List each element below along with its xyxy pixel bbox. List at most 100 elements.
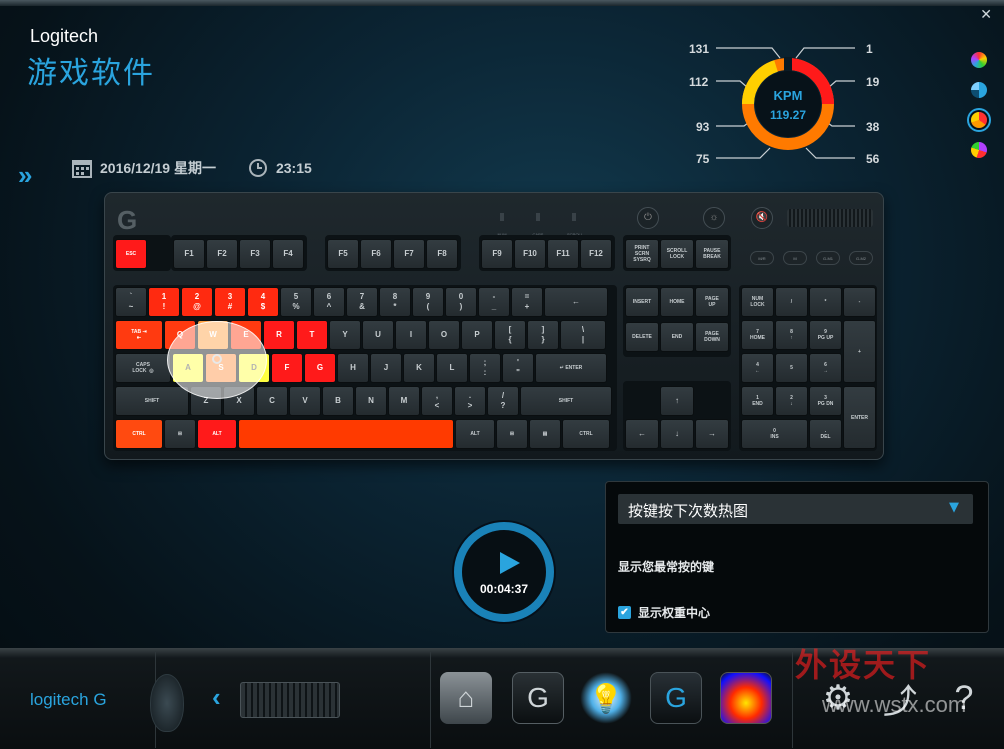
key[interactable]: K	[403, 353, 435, 383]
key[interactable]: J	[370, 353, 402, 383]
key[interactable]: ⊞	[496, 419, 528, 449]
key[interactable]: ; :	[469, 353, 501, 383]
key[interactable]: SCROLL LOCK	[660, 239, 694, 269]
key[interactable]: S	[205, 353, 237, 383]
key[interactable]: +	[843, 320, 876, 383]
key[interactable]: N	[355, 386, 387, 416]
heatmap-type-dropdown[interactable]: 按键按下次数热图 ▼	[618, 494, 973, 524]
key[interactable]: 2 ↓	[775, 386, 808, 416]
key[interactable]: F4	[272, 239, 304, 269]
key[interactable]: . >	[454, 386, 486, 416]
key[interactable]: SHIFT	[520, 386, 612, 416]
key[interactable]: H	[337, 353, 369, 383]
key[interactable]: 3 PG DN	[809, 386, 842, 416]
key[interactable]: , <	[421, 386, 453, 416]
color-mode-option[interactable]	[971, 82, 987, 98]
brightness-icon[interactable]: ☼	[703, 207, 725, 229]
key[interactable]: SHIFT	[115, 386, 189, 416]
key[interactable]: R	[263, 320, 295, 350]
key[interactable]: *	[809, 287, 842, 317]
key[interactable]: 5	[775, 353, 808, 383]
key[interactable]: F9	[481, 239, 513, 269]
key[interactable]: 9 (	[412, 287, 444, 317]
key[interactable]: ESC	[115, 239, 147, 269]
key[interactable]: O	[428, 320, 460, 350]
key[interactable]: ] }	[527, 320, 559, 350]
key[interactable]: TAB ⇥ ⇤	[115, 320, 163, 350]
key[interactable]: /	[775, 287, 808, 317]
key[interactable]: I	[395, 320, 427, 350]
key[interactable]: F5	[327, 239, 359, 269]
key[interactable]: ←	[625, 419, 659, 449]
key[interactable]: 8 *	[379, 287, 411, 317]
key[interactable]: 6 ^	[313, 287, 345, 317]
lighting-bulb-icon[interactable]: 💡	[580, 672, 632, 724]
mouse-device-icon[interactable]	[150, 674, 184, 732]
key[interactable]: DELETE	[625, 322, 659, 352]
key[interactable]: 9 PG UP	[809, 320, 842, 350]
key[interactable]: -	[843, 287, 876, 317]
key[interactable]: 0 INS	[741, 419, 808, 449]
key[interactable]: 7 &	[346, 287, 378, 317]
key[interactable]: [ {	[494, 320, 526, 350]
key[interactable]: ' "	[502, 353, 534, 383]
key[interactable]: PAGE UP	[695, 287, 729, 317]
key[interactable]: A	[172, 353, 204, 383]
key[interactable]: Q	[164, 320, 196, 350]
key[interactable]: HOME	[660, 287, 694, 317]
key[interactable]: W	[197, 320, 229, 350]
key[interactable]: Z	[190, 386, 222, 416]
key[interactable]: 7 HOME	[741, 320, 774, 350]
macro-key[interactable]: M/R	[750, 251, 774, 265]
key[interactable]: 0 )	[445, 287, 477, 317]
key[interactable]: L	[436, 353, 468, 383]
key[interactable]: ALT	[455, 419, 495, 449]
key[interactable]: ↑	[660, 386, 694, 416]
key[interactable]: F3	[239, 239, 271, 269]
g-key-icon[interactable]: G	[512, 672, 564, 724]
key[interactable]: B	[322, 386, 354, 416]
key[interactable]: 8 ↑	[775, 320, 808, 350]
key[interactable]: 5 %	[280, 287, 312, 317]
key[interactable]: CTRL	[115, 419, 163, 449]
key[interactable]: T	[296, 320, 328, 350]
key[interactable]: F7	[393, 239, 425, 269]
key[interactable]: F12	[580, 239, 612, 269]
key[interactable]: = +	[511, 287, 543, 317]
key[interactable]: ▤	[529, 419, 561, 449]
key[interactable]: →	[695, 419, 729, 449]
color-mode-option[interactable]	[971, 52, 987, 68]
key[interactable]: 1 !	[148, 287, 180, 317]
color-mode-option[interactable]	[971, 142, 987, 158]
close-icon[interactable]: ✕	[980, 6, 992, 23]
color-mode-option-selected[interactable]	[971, 112, 987, 128]
keyboard-device-icon[interactable]	[240, 682, 340, 718]
key[interactable]: M	[388, 386, 420, 416]
key[interactable]: 1 END	[741, 386, 774, 416]
key[interactable]: PAGE DOWN	[695, 322, 729, 352]
key[interactable]: PAUSE BREAK	[695, 239, 729, 269]
key[interactable]: END	[660, 322, 694, 352]
home-icon[interactable]: ⌂	[440, 672, 492, 724]
key[interactable]: NUM LOCK	[741, 287, 774, 317]
key[interactable]: ↵ ENTER	[535, 353, 607, 383]
key[interactable]: INSERT	[625, 287, 659, 317]
key[interactable]: V	[289, 386, 321, 416]
lighting-key-icon[interactable]: G	[650, 672, 702, 724]
key[interactable]: F10	[514, 239, 546, 269]
key[interactable]: 3 #	[214, 287, 246, 317]
key[interactable]: ALT	[197, 419, 237, 449]
key[interactable]: ENTER	[843, 386, 876, 449]
key[interactable]: . DEL	[809, 419, 842, 449]
heatmap-icon[interactable]	[720, 672, 772, 724]
key[interactable]: ←	[544, 287, 608, 317]
key[interactable]: F6	[360, 239, 392, 269]
key[interactable]: CTRL	[562, 419, 610, 449]
mute-icon[interactable]: 🔇	[751, 207, 773, 229]
key[interactable]: 6 →	[809, 353, 842, 383]
macro-key[interactable]: M	[783, 251, 807, 265]
key[interactable]: Y	[329, 320, 361, 350]
key[interactable]: P	[461, 320, 493, 350]
key[interactable]: ↓	[660, 419, 694, 449]
show-weight-center-checkbox[interactable]: ✔ 显示权重中心	[618, 604, 710, 621]
